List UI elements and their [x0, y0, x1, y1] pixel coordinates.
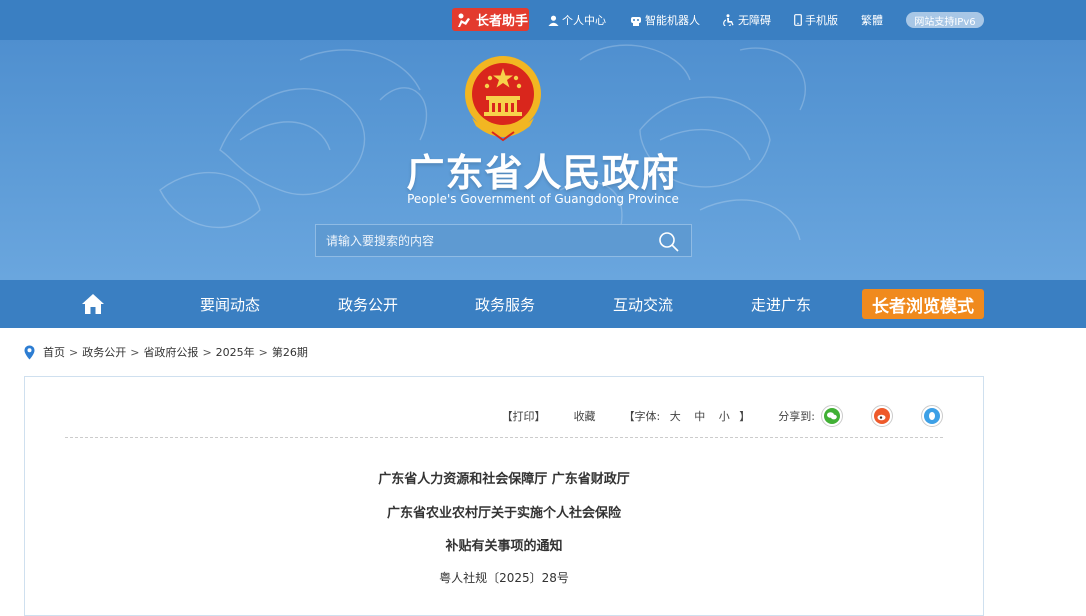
mobile-version-link[interactable]: 手机版: [794, 12, 838, 28]
main-nav: 要闻动态 政务公开 政务服务 互动交流 走进广东 长者浏览模式: [0, 280, 1086, 328]
elder-assistant-label: 长者助手: [476, 14, 529, 29]
accessibility-label: 无障碍: [738, 14, 771, 27]
robot-icon: [631, 16, 641, 26]
smart-robot-label: 智能机器人: [645, 14, 700, 27]
font-size-medium[interactable]: 中: [694, 410, 705, 423]
favorite-button[interactable]: 收藏: [574, 408, 596, 424]
smart-robot-link[interactable]: 智能机器人: [630, 12, 700, 28]
ipv6-badge: 网站支持IPv6: [906, 12, 984, 28]
traditional-chinese-link[interactable]: 繁體: [861, 12, 883, 28]
font-size-suffix: 】: [739, 410, 751, 423]
personal-center-link[interactable]: 个人中心: [548, 12, 606, 28]
breadcrumb-separator: >: [202, 345, 212, 359]
breadcrumb-year[interactable]: 2025年: [216, 344, 255, 360]
weibo-share-icon[interactable]: [871, 405, 893, 427]
search-bar: [315, 224, 692, 257]
nav-item-government-services[interactable]: 政务服务: [475, 294, 535, 315]
breadcrumb-gazette[interactable]: 省政府公报: [143, 344, 198, 360]
print-button[interactable]: 【打印】: [502, 408, 546, 424]
article-title-line-3: 补贴有关事项的通知: [445, 539, 563, 554]
mobile-icon: [794, 14, 802, 26]
top-utility-bar: 长者助手 个人中心 智能机器人 无障碍 手机版 繁體 网站支持IPv6: [0, 0, 1086, 40]
breadcrumb-separator: >: [130, 345, 140, 359]
nav-item-interaction[interactable]: 互动交流: [613, 294, 673, 315]
article-container: 【打印】 收藏 【字体: 大 中 小 】 分享到: 广东省人力资源和社会保障厅 …: [24, 376, 984, 616]
mobile-version-label: 手机版: [805, 14, 838, 27]
article-title-line-2: 广东省农业农村厅关于实施个人社会保险: [386, 506, 621, 521]
article-title-line-1: 广东省人力资源和社会保障厅 广东省财政厅: [378, 472, 630, 487]
location-pin-icon: [24, 345, 35, 359]
breadcrumb-government-affairs[interactable]: 政务公开: [82, 344, 126, 360]
font-size-control: 【字体: 大 中 小 】: [624, 408, 751, 424]
home-icon[interactable]: [80, 292, 106, 316]
elder-browse-mode-button[interactable]: 长者浏览模式: [862, 289, 984, 319]
breadcrumb-issue[interactable]: 第26期: [272, 344, 308, 360]
breadcrumb-separator: >: [258, 345, 268, 359]
site-title: 广东省人民政府: [406, 151, 680, 195]
search-icon[interactable]: [657, 230, 681, 252]
breadcrumb-home[interactable]: 首页: [43, 344, 65, 360]
ipv6-label: 网站支持IPv6: [914, 16, 976, 28]
nav-item-about-guangdong[interactable]: 走进广东: [751, 294, 811, 315]
breadcrumb: 首页 > 政务公开 > 省政府公报 > 2025年 > 第26期: [24, 344, 308, 360]
qq-share-icon[interactable]: [921, 405, 943, 427]
person-icon: [548, 15, 559, 26]
traditional-chinese-label: 繁體: [861, 14, 883, 27]
accessibility-link[interactable]: 无障碍: [723, 12, 771, 28]
share-label: 分享到:: [778, 410, 815, 423]
font-size-prefix: 【字体:: [623, 410, 661, 423]
article-toolbar: 【打印】 收藏 【字体: 大 中 小 】 分享到:: [474, 405, 943, 427]
font-size-large[interactable]: 大: [670, 410, 681, 423]
nav-item-news[interactable]: 要闻动态: [200, 294, 260, 315]
national-emblem-icon: [465, 56, 541, 142]
personal-center-label: 个人中心: [562, 14, 606, 27]
wechat-share-icon[interactable]: [821, 405, 843, 427]
header-banner: 广东省人民政府 People's Government of Guangdong…: [0, 40, 1086, 280]
elder-icon: [458, 13, 470, 27]
breadcrumb-separator: >: [69, 345, 79, 359]
elder-assistant-button[interactable]: 长者助手: [452, 8, 529, 31]
accessibility-icon: [723, 14, 734, 26]
font-size-small[interactable]: 小: [719, 410, 730, 423]
document-number: 粤人社规〔2025〕28号: [439, 571, 569, 585]
search-input[interactable]: [316, 225, 646, 256]
site-subtitle: People's Government of Guangdong Provinc…: [407, 192, 679, 206]
toolbar-divider: [65, 437, 943, 438]
nav-item-government-affairs[interactable]: 政务公开: [338, 294, 398, 315]
